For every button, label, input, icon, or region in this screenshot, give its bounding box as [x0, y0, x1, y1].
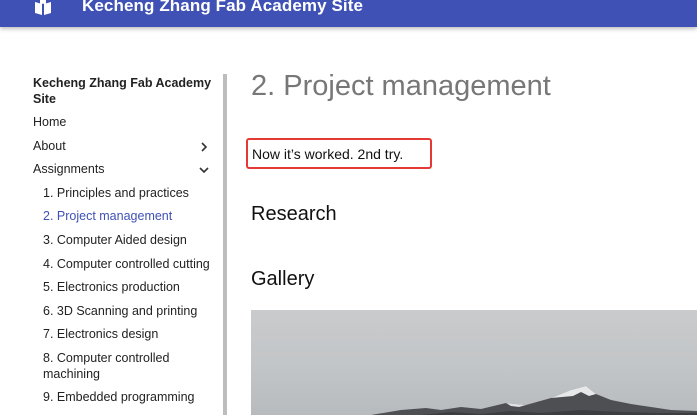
sidebar-item-assignment-1[interactable]: 1. Principles and practices: [43, 185, 213, 201]
section-heading-gallery: Gallery: [251, 268, 315, 290]
book-logo-icon[interactable]: [34, 0, 52, 16]
chevron-right-icon[interactable]: [198, 140, 210, 152]
intro-text: Now it’s worked. 2nd try.: [252, 146, 404, 162]
sidebar-item-assignment-8[interactable]: 8. Computer controlled machining: [43, 350, 193, 382]
sidebar-item-assignment-4[interactable]: 4. Computer controlled cutting: [43, 256, 213, 272]
sidebar-item-about[interactable]: About: [33, 138, 213, 154]
chevron-down-icon[interactable]: [198, 163, 210, 175]
page-title: 2. Project management: [251, 70, 551, 102]
sidebar-item-home[interactable]: Home: [33, 114, 213, 130]
sidebar-item-assignment-5[interactable]: 5. Electronics production: [43, 279, 213, 295]
sidebar-divider: [223, 74, 227, 415]
sidebar-item-assignments[interactable]: Assignments: [33, 161, 213, 177]
sidebar-item-assignment-9[interactable]: 9. Embedded programming: [43, 389, 213, 405]
gallery-mountain-image: [251, 310, 697, 415]
top-header: Kecheng Zhang Fab Academy Site: [0, 0, 697, 27]
sidebar-nav: Kecheng Zhang Fab Academy Site Home Abou…: [0, 70, 224, 415]
nav-site-title[interactable]: Kecheng Zhang Fab Academy Site: [33, 75, 218, 107]
site-title[interactable]: Kecheng Zhang Fab Academy Site: [82, 0, 363, 16]
sidebar-item-assignment-3[interactable]: 3. Computer Aided design: [43, 232, 213, 248]
sidebar-item-assignment-7[interactable]: 7. Electronics design: [43, 326, 213, 342]
sidebar-item-assignment-2[interactable]: 2. Project management: [43, 208, 213, 224]
sidebar-item-assignment-6[interactable]: 6. 3D Scanning and printing: [43, 303, 213, 319]
section-heading-research: Research: [251, 203, 337, 225]
